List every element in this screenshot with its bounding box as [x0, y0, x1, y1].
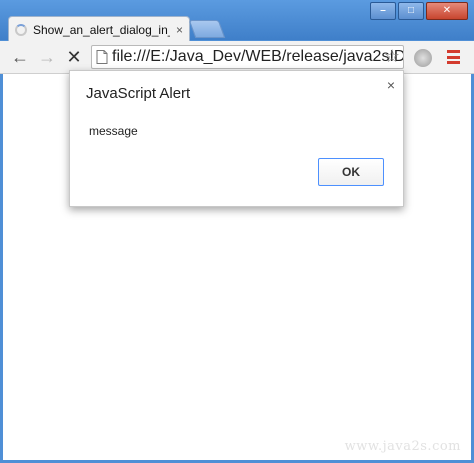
tab-title: Show_an_alert_dialog_in_J: [33, 22, 170, 37]
browser-tab[interactable]: Show_an_alert_dialog_in_J ×: [8, 16, 190, 42]
window-close-button[interactable]: ✕: [426, 2, 468, 20]
alert-title: JavaScript Alert: [86, 85, 191, 102]
watermark-text: www.java2s.com: [344, 439, 461, 454]
back-arrow-icon[interactable]: ←: [8, 45, 32, 69]
close-icon[interactable]: ×: [387, 77, 395, 93]
bookmark-star-icon[interactable]: ☆: [384, 46, 400, 67]
menu-icon[interactable]: [447, 50, 460, 64]
address-bar[interactable]: file:///E:/Java_Dev/WEB/release/java2sID…: [91, 45, 404, 69]
ok-button[interactable]: OK: [318, 158, 384, 186]
page-icon: [96, 50, 108, 64]
extension-icon[interactable]: [414, 49, 432, 67]
new-tab-button[interactable]: [188, 20, 226, 38]
browser-window: – □ ✕ Show_an_alert_dialog_in_J × ← → ✕ …: [0, 0, 474, 463]
window-controls: – □ ✕: [370, 2, 468, 20]
loading-spinner-icon: [15, 23, 27, 36]
alert-dialog: JavaScript Alert × message OK: [69, 70, 404, 207]
tab-close-icon[interactable]: ×: [176, 23, 183, 37]
forward-arrow-icon[interactable]: →: [35, 45, 59, 69]
maximize-button[interactable]: □: [398, 2, 424, 20]
stop-icon[interactable]: ✕: [62, 45, 86, 69]
url-text[interactable]: file:///E:/Java_Dev/WEB/release/java2sID…: [112, 48, 403, 66]
minimize-button[interactable]: –: [370, 2, 396, 20]
alert-message: message: [89, 124, 138, 138]
